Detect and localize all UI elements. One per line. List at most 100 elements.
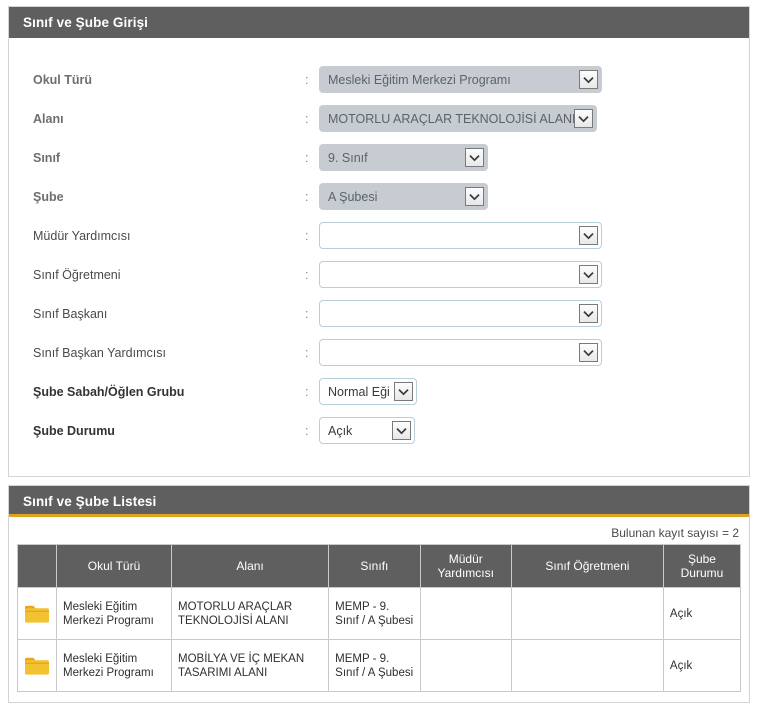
field-control xyxy=(319,339,745,366)
select-okul-t-r: Mesleki Eğitim Merkezi Programı xyxy=(319,66,602,93)
cell-ogret xyxy=(510,639,664,692)
cell-sinif: MEMP - 9. Sınıf / A Şubesi xyxy=(328,639,421,692)
chevron-down-icon xyxy=(465,148,484,167)
select-value: 9. Sınıf xyxy=(328,150,368,165)
column-header-mudur: Müdür Yardımcısı xyxy=(419,544,512,588)
select-s-n-f: 9. Sınıf xyxy=(319,144,488,171)
field-colon: : xyxy=(305,306,309,321)
list-panel-title: Sınıf ve Şube Listesi xyxy=(9,486,749,517)
list-panel-body: Bulunan kayıt sayısı = 2 Okul Türü Alanı S… xyxy=(9,517,749,702)
form-row: Şube: A Şubesi xyxy=(13,177,745,216)
field-colon: : xyxy=(305,423,309,438)
form-row: Sınıf Öğretmeni: xyxy=(13,255,745,294)
chevron-down-icon[interactable] xyxy=(394,382,413,401)
form-row: Sınıf: 9. Sınıf xyxy=(13,138,745,177)
select-value: Mesleki Eğitim Merkezi Programı xyxy=(328,72,511,87)
form-row: Okul Türü: Mesleki Eğitim Merkezi Program… xyxy=(13,60,745,99)
select-value: Açık xyxy=(328,423,353,438)
select-s-n-f-ba-kan[interactable] xyxy=(319,300,602,327)
column-header-okul: Okul Türü xyxy=(56,544,173,588)
field-control: Açık xyxy=(319,417,745,444)
form-panel-title: Sınıf ve Şube Girişi xyxy=(9,7,749,38)
folder-icon[interactable] xyxy=(16,639,58,692)
form-row: Alanı: MOTORLU ARAÇLAR TEKNOLOJİSİ ALANI xyxy=(13,99,745,138)
form-panel: Sınıf ve Şube Girişi Okul Türü: Mesleki E… xyxy=(8,6,750,477)
field-label: Şube Sabah/Öğlen Grubu xyxy=(33,384,185,399)
field-control xyxy=(319,261,745,288)
form-row: Şube Sabah/Öğlen Grubu: Normal Eği xyxy=(13,372,745,411)
select-s-n-f-ba-kan-yard-mc-s[interactable] xyxy=(319,339,602,366)
field-label: Sınıf Başkan Yardımcısı xyxy=(33,345,166,360)
field-colon: : xyxy=(305,111,309,126)
field-label: Sınıf Öğretmeni xyxy=(33,267,121,282)
field-colon: : xyxy=(305,189,309,204)
field-label: Okul Türü xyxy=(33,72,93,87)
field-colon: : xyxy=(305,384,309,399)
chevron-down-icon[interactable] xyxy=(579,304,598,323)
cell-durum: Açık xyxy=(662,587,742,640)
cell-mudur xyxy=(419,587,512,640)
field-colon: : xyxy=(305,72,309,87)
chevron-down-icon xyxy=(574,109,593,128)
list-panel: Sınıf ve Şube Listesi Bulunan kayıt sayı… xyxy=(8,485,750,703)
form-row: Müdür Yardımcısı: xyxy=(13,216,745,255)
form-field-list: Okul Türü: Mesleki Eğitim Merkezi Program… xyxy=(13,42,745,472)
cell-okul: Mesleki Eğitim Merkezi Programı xyxy=(56,587,173,640)
table-row[interactable]: Mesleki Eğitim Merkezi Programı MOTORLU A… xyxy=(16,587,742,640)
field-label: Şube xyxy=(33,189,64,204)
field-label: Müdür Yardımcısı xyxy=(33,228,131,243)
class-section-table: Okul Türü Alanı Sınıfı Müdür Yardımcısı Sını… xyxy=(16,544,742,692)
select-value: A Şubesi xyxy=(328,189,378,204)
folder-icon[interactable] xyxy=(16,587,58,640)
form-panel-body: Okul Türü: Mesleki Eğitim Merkezi Program… xyxy=(9,38,749,476)
select-value: MOTORLU ARAÇLAR TEKNOLOJİSİ ALANI xyxy=(328,111,574,126)
cell-alan: MOTORLU ARAÇLAR TEKNOLOJİSİ ALANI xyxy=(171,587,330,640)
cell-ogret xyxy=(510,587,664,640)
field-colon: : xyxy=(305,345,309,360)
select-value: Normal Eği xyxy=(328,384,390,399)
select-ube: A Şubesi xyxy=(319,183,488,210)
field-label: Sınıf Başkanı xyxy=(33,306,108,321)
cell-sinif: MEMP - 9. Sınıf / A Şubesi xyxy=(328,587,421,640)
form-row: Sınıf Başkan Yardımcısı: xyxy=(13,333,745,372)
field-control xyxy=(319,300,745,327)
table-row[interactable]: Mesleki Eğitim Merkezi Programı MOBİLYA V… xyxy=(16,639,742,692)
field-control xyxy=(319,222,745,249)
field-colon: : xyxy=(305,150,309,165)
table-header-row: Okul Türü Alanı Sınıfı Müdür Yardımcısı Sını… xyxy=(16,544,742,588)
field-control: Mesleki Eğitim Merkezi Programı xyxy=(319,66,745,93)
select-alan: MOTORLU ARAÇLAR TEKNOLOJİSİ ALANI xyxy=(319,105,597,132)
chevron-down-icon xyxy=(465,187,484,206)
chevron-down-icon[interactable] xyxy=(579,226,598,245)
column-header-ogret: Sınıf Öğretmeni xyxy=(510,544,664,588)
field-colon: : xyxy=(305,267,309,282)
cell-durum: Açık xyxy=(662,639,742,692)
page-root: Sınıf ve Şube Girişi Okul Türü: Mesleki E… xyxy=(0,0,758,703)
select-ube-durumu[interactable]: Açık xyxy=(319,417,415,444)
chevron-down-icon[interactable] xyxy=(579,265,598,284)
record-count: Bulunan kayıt sayısı = 2 xyxy=(611,526,739,540)
chevron-down-icon[interactable] xyxy=(579,343,598,362)
field-control: Normal Eği xyxy=(319,378,745,405)
cell-alan: MOBİLYA VE İÇ MEKAN TASARIMI ALANI xyxy=(171,639,330,692)
select-m-d-r-yard-mc-s[interactable] xyxy=(319,222,602,249)
table-body: Mesleki Eğitim Merkezi Programı MOTORLU A… xyxy=(16,587,742,692)
column-header-durum: Şube Durumu xyxy=(662,544,742,588)
field-label: Sınıf xyxy=(33,150,61,165)
select-s-n-f-retmeni[interactable] xyxy=(319,261,602,288)
column-header-sinif: Sınıfı xyxy=(328,544,421,588)
cell-okul: Mesleki Eğitim Merkezi Programı xyxy=(56,639,173,692)
select-ube-sabah-len-grubu[interactable]: Normal Eği xyxy=(319,378,417,405)
field-label: Alanı xyxy=(33,111,64,126)
field-control: 9. Sınıf xyxy=(319,144,745,171)
field-label: Şube Durumu xyxy=(33,423,115,438)
field-control: A Şubesi xyxy=(319,183,745,210)
form-row: Şube Durumu: Açık xyxy=(13,411,745,450)
chevron-down-icon[interactable] xyxy=(392,421,411,440)
field-colon: : xyxy=(305,228,309,243)
form-row: Sınıf Başkanı: xyxy=(13,294,745,333)
column-header-alan: Alanı xyxy=(171,544,330,588)
cell-mudur xyxy=(419,639,512,692)
chevron-down-icon xyxy=(579,70,598,89)
column-header-icon xyxy=(16,544,58,588)
